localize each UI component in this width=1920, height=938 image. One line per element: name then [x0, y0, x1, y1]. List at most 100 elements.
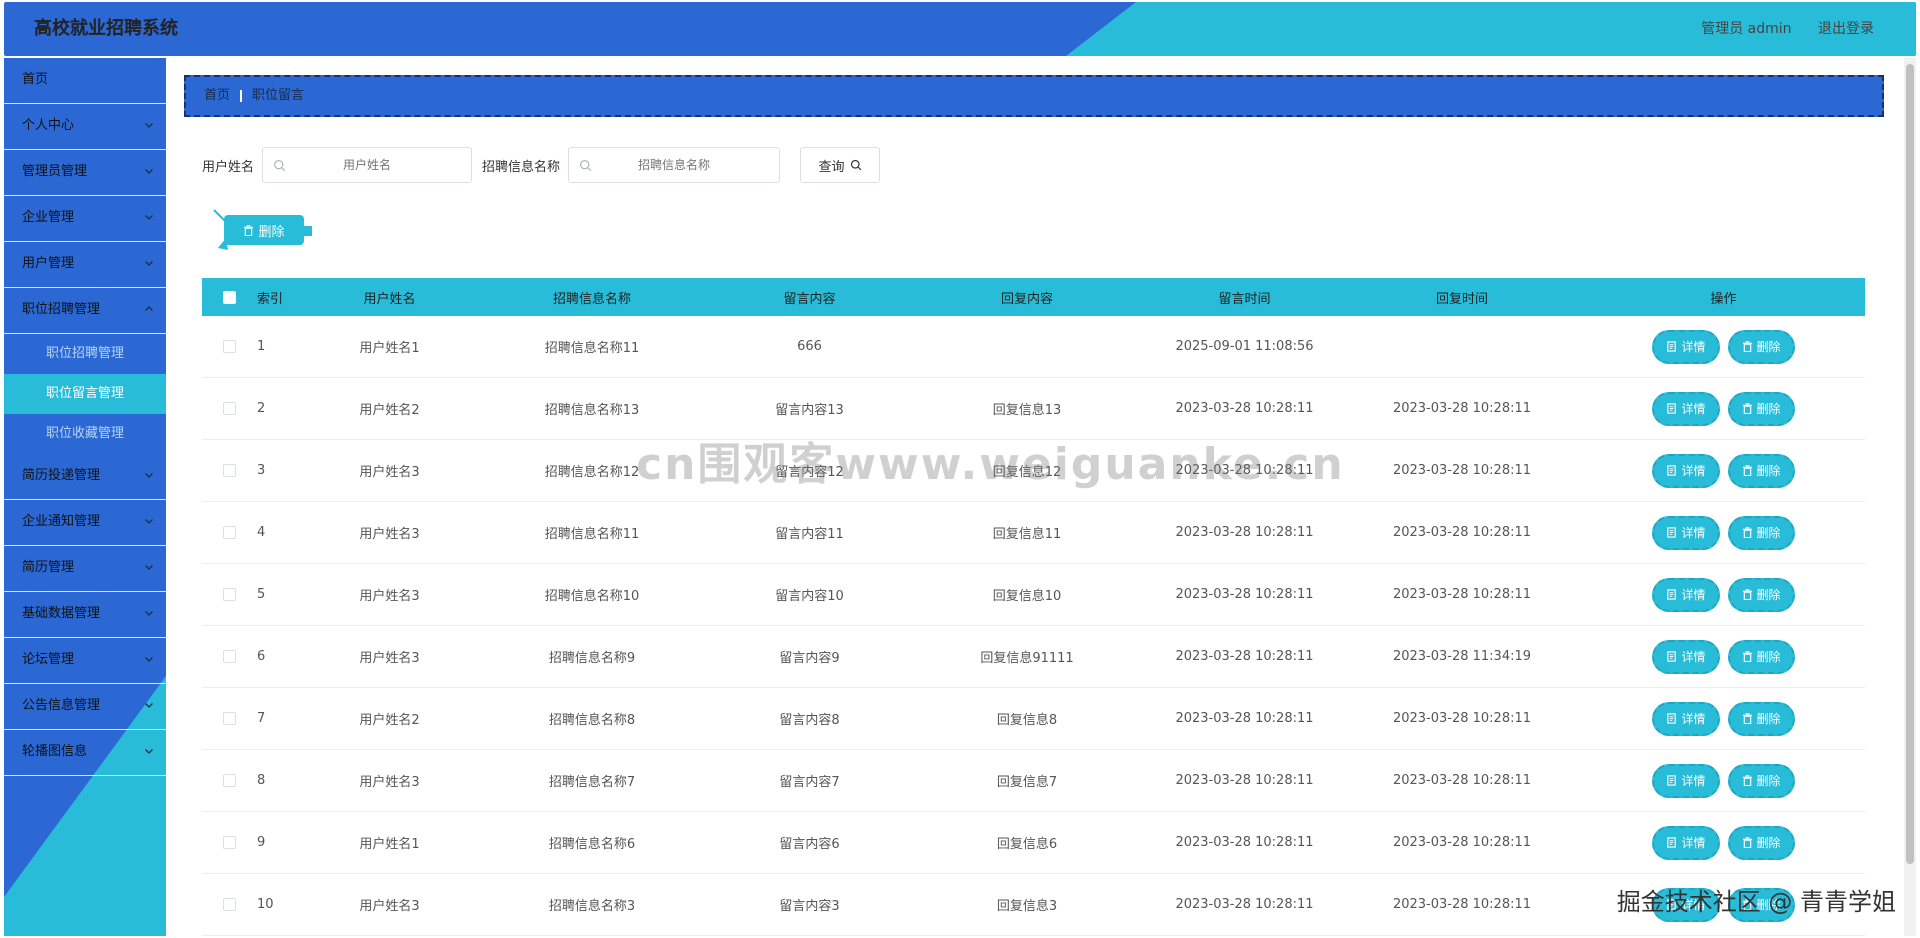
cell-message-time: 2023-03-28 10:28:11: [1175, 587, 1314, 602]
delete-button[interactable]: 删除: [1727, 453, 1795, 488]
main-content: 首页 职位留言 用户姓名 招聘信息名称 查询 删除 索引 用户姓名 招聘信息名称: [168, 58, 1900, 938]
table-row: 10 用户姓名3 招聘信息名称3 留言内容3 回复信息3 2023-03-28 10:28…: [202, 874, 1865, 936]
detail-button[interactable]: 详情: [1652, 577, 1720, 612]
sidebar-subitem[interactable]: 职位收藏管理: [4, 414, 166, 454]
job-info-name-input[interactable]: [569, 148, 780, 182]
row-checkbox[interactable]: [223, 464, 236, 477]
row-checkbox[interactable]: [223, 712, 236, 725]
sidebar-item[interactable]: 论坛管理: [4, 638, 166, 684]
table-row: 4 用户姓名3 招聘信息名称11 留言内容11 回复信息11 2023-03-28 10:…: [202, 502, 1865, 564]
admin-user-label[interactable]: 管理员 admin: [1701, 21, 1791, 37]
delete-button[interactable]: 删除: [1727, 329, 1795, 364]
user-name-input[interactable]: [263, 148, 472, 182]
app-title: 高校就业招聘系统: [34, 18, 178, 39]
sidebar-item[interactable]: 简历管理: [4, 546, 166, 592]
document-icon: [1667, 713, 1677, 724]
sidebar-subitem-label: 职位留言管理: [46, 386, 125, 401]
detail-button-label: 详情: [1681, 650, 1706, 664]
detail-button[interactable]: 详情: [1652, 515, 1720, 550]
document-icon: [1667, 589, 1677, 600]
cell-reply-content: 回复信息13: [992, 403, 1062, 418]
chevron-down-icon: [144, 242, 154, 286]
top-header: 高校就业招聘系统 管理员 admin 退出登录: [4, 2, 1916, 56]
batch-delete-button[interactable]: 删除: [224, 215, 304, 245]
sidebar-item[interactable]: 个人中心: [4, 104, 166, 150]
detail-button-label: 详情: [1681, 588, 1706, 602]
delete-button-label: 删除: [1756, 712, 1781, 726]
delete-button[interactable]: 删除: [1727, 825, 1795, 860]
job-info-name-label: 招聘信息名称: [482, 159, 561, 175]
sidebar-item[interactable]: 管理员管理: [4, 150, 166, 196]
query-button[interactable]: 查询: [800, 147, 881, 183]
logout-link[interactable]: 退出登录: [1818, 21, 1874, 37]
detail-button[interactable]: 详情: [1652, 329, 1720, 364]
sidebar-item[interactable]: 轮播图信息: [4, 730, 166, 776]
breadcrumb-home[interactable]: 首页: [204, 88, 230, 103]
scrollbar-thumb[interactable]: [1906, 64, 1914, 864]
detail-button[interactable]: 详情: [1652, 391, 1720, 426]
row-checkbox[interactable]: [223, 836, 236, 849]
select-all-checkbox[interactable]: [223, 290, 236, 304]
chevron-down-icon: [144, 104, 154, 148]
row-checkbox[interactable]: [223, 774, 236, 787]
sidebar-item[interactable]: 首页: [4, 58, 166, 104]
sidebar-item-label: 个人中心: [22, 118, 75, 133]
row-checkbox[interactable]: [223, 402, 236, 415]
sidebar-item[interactable]: 基础数据管理: [4, 592, 166, 638]
row-checkbox[interactable]: [223, 340, 236, 353]
delete-button[interactable]: 删除: [1727, 515, 1795, 550]
document-icon: [1667, 651, 1677, 662]
search-icon: [850, 159, 861, 171]
chevron-down-icon: [144, 196, 154, 240]
cell-index: 3: [257, 463, 266, 478]
chevron-down-icon: [144, 546, 154, 590]
detail-button[interactable]: 详情: [1652, 453, 1720, 488]
sidebar-item[interactable]: 职位招聘管理: [4, 288, 166, 334]
cell-reply-content: 回复信息8: [996, 713, 1058, 728]
delete-button[interactable]: 删除: [1727, 763, 1795, 798]
cell-message-content: 666: [797, 339, 822, 354]
cell-message-content: 留言内容11: [775, 527, 844, 542]
sidebar-item[interactable]: 企业通知管理: [4, 500, 166, 546]
detail-button[interactable]: 详情: [1652, 639, 1720, 674]
corner-watermark: 掘金技术社区 @ 青青学姐: [1616, 888, 1896, 916]
cell-actions: 详情 删除: [1582, 329, 1865, 364]
detail-button-label: 详情: [1681, 340, 1706, 354]
cell-reply-content: 回复信息11: [992, 527, 1062, 542]
cell-job-info-name: 招聘信息名称7: [548, 775, 636, 790]
cell-user-name: 用户姓名1: [359, 341, 420, 356]
page-scrollbar[interactable]: [1904, 58, 1916, 936]
cell-reply-time: 2023-03-28 10:28:11: [1392, 525, 1532, 540]
sidebar-item[interactable]: 公告信息管理: [4, 684, 166, 730]
cell-job-info-name: 招聘信息名称11: [544, 527, 640, 542]
delete-button[interactable]: 删除: [1727, 391, 1795, 426]
cell-index: 8: [257, 773, 266, 788]
detail-button-label: 详情: [1681, 836, 1706, 850]
sidebar-item[interactable]: 企业管理: [4, 196, 166, 242]
detail-button[interactable]: 详情: [1652, 825, 1720, 860]
chevron-down-icon: [144, 592, 154, 636]
table-row: 8 用户姓名3 招聘信息名称7 留言内容7 回复信息7 2023-03-28 10:28:…: [202, 750, 1865, 812]
cell-message-time: 2025-09-01 11:08:56: [1175, 339, 1314, 354]
cell-reply-time: 2023-03-28 10:28:11: [1392, 587, 1532, 602]
sidebar-item[interactable]: 用户管理: [4, 242, 166, 288]
cell-user-name: 用户姓名3: [359, 589, 420, 604]
row-checkbox[interactable]: [223, 898, 236, 911]
trash-icon: [1742, 713, 1752, 724]
row-checkbox[interactable]: [223, 526, 236, 539]
cell-reply-time: 2023-03-28 10:28:11: [1392, 401, 1532, 416]
sidebar-subitem[interactable]: 职位招聘管理: [4, 334, 166, 374]
detail-button[interactable]: 详情: [1652, 763, 1720, 798]
sidebar-item[interactable]: 简历投递管理: [4, 454, 166, 500]
detail-button[interactable]: 详情: [1652, 701, 1720, 736]
cell-user-name: 用户姓名1: [359, 837, 420, 852]
delete-button[interactable]: 删除: [1727, 701, 1795, 736]
row-checkbox[interactable]: [223, 588, 236, 601]
row-checkbox[interactable]: [223, 650, 236, 663]
delete-button[interactable]: 删除: [1727, 577, 1795, 612]
sidebar-item-label: 简历管理: [22, 560, 75, 575]
sidebar-item-label: 用户管理: [22, 256, 75, 271]
delete-button[interactable]: 删除: [1727, 639, 1795, 674]
cell-message-content: 留言内容9: [779, 651, 840, 666]
sidebar-subitem[interactable]: 职位留言管理: [4, 374, 166, 414]
